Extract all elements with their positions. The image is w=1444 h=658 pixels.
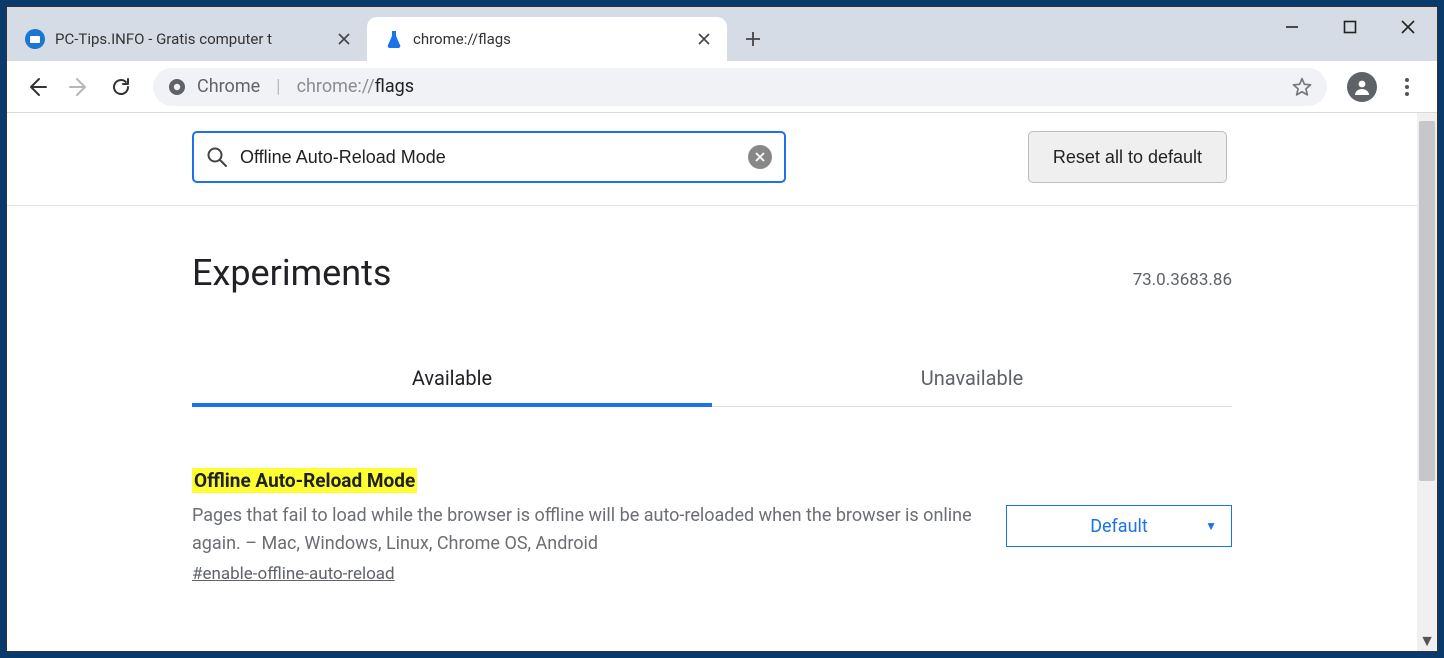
flags-search-bar: Reset all to default bbox=[7, 113, 1417, 206]
toolbar: Chrome | chrome://flags bbox=[7, 61, 1437, 113]
scroll-down-icon[interactable]: ▼ bbox=[1417, 631, 1437, 651]
search-icon bbox=[206, 146, 228, 168]
viewport: Reset all to default Experiments 73.0.36… bbox=[7, 113, 1437, 651]
browser-window: PC-Tips.INFO - Gratis computer t chrome:… bbox=[6, 6, 1438, 652]
window-controls bbox=[1263, 7, 1437, 47]
kebab-menu-button[interactable] bbox=[1389, 69, 1425, 105]
flags-search-input[interactable] bbox=[240, 147, 736, 168]
omnibox-url: chrome://flags bbox=[297, 76, 415, 97]
tab-pctips[interactable]: PC-Tips.INFO - Gratis computer t bbox=[7, 17, 367, 61]
pctips-favicon bbox=[25, 29, 45, 49]
clear-search-icon[interactable] bbox=[748, 145, 772, 169]
address-bar[interactable]: Chrome | chrome://flags bbox=[153, 68, 1327, 106]
bookmark-star-icon[interactable] bbox=[1291, 76, 1313, 98]
flag-title: Offline Auto-Reload Mode bbox=[192, 468, 417, 493]
chevron-down-icon: ▼ bbox=[1205, 519, 1217, 533]
minimize-button[interactable] bbox=[1263, 7, 1321, 47]
scrollbar-thumb[interactable] bbox=[1419, 121, 1435, 481]
reload-button[interactable] bbox=[103, 69, 139, 105]
tab-unavailable[interactable]: Unavailable bbox=[712, 350, 1232, 406]
close-icon[interactable] bbox=[695, 30, 713, 48]
tab-title: chrome://flags bbox=[413, 30, 685, 48]
flag-select-value: Default bbox=[1090, 516, 1148, 537]
flag-hash-link[interactable]: #enable-offline-auto-reload bbox=[192, 564, 395, 584]
forward-button[interactable] bbox=[61, 69, 97, 105]
reset-all-button[interactable]: Reset all to default bbox=[1028, 131, 1227, 183]
profile-button[interactable] bbox=[1347, 72, 1377, 102]
page-title: Experiments bbox=[192, 252, 391, 294]
flags-body: Experiments 73.0.3683.86 Available Unava… bbox=[7, 206, 1417, 584]
flag-select[interactable]: Default ▼ bbox=[1006, 505, 1232, 547]
chrome-info-icon bbox=[167, 77, 187, 97]
tab-strip: PC-Tips.INFO - Gratis computer t chrome:… bbox=[7, 7, 1437, 61]
close-icon[interactable] bbox=[335, 30, 353, 48]
vertical-scrollbar[interactable]: ▼ bbox=[1417, 113, 1437, 651]
omnibox-prefix: Chrome bbox=[197, 76, 260, 97]
tab-title: PC-Tips.INFO - Gratis computer t bbox=[55, 30, 325, 48]
flag-description: Pages that fail to load while the browse… bbox=[192, 502, 976, 558]
page-content: Reset all to default Experiments 73.0.36… bbox=[7, 113, 1417, 651]
tab-available[interactable]: Available bbox=[192, 350, 712, 406]
maximize-button[interactable] bbox=[1321, 7, 1379, 47]
new-tab-button[interactable] bbox=[735, 21, 771, 57]
flags-tabs: Available Unavailable bbox=[192, 350, 1232, 407]
close-window-button[interactable] bbox=[1379, 7, 1437, 47]
back-button[interactable] bbox=[19, 69, 55, 105]
tab-flags[interactable]: chrome://flags bbox=[367, 17, 727, 61]
chrome-version: 73.0.3683.86 bbox=[1133, 270, 1232, 290]
flask-icon bbox=[385, 30, 403, 48]
omnibox-separator: | bbox=[276, 76, 280, 97]
flag-entry: Offline Auto-Reload Mode Pages that fail… bbox=[192, 469, 1232, 584]
flags-search-box[interactable] bbox=[192, 131, 786, 183]
